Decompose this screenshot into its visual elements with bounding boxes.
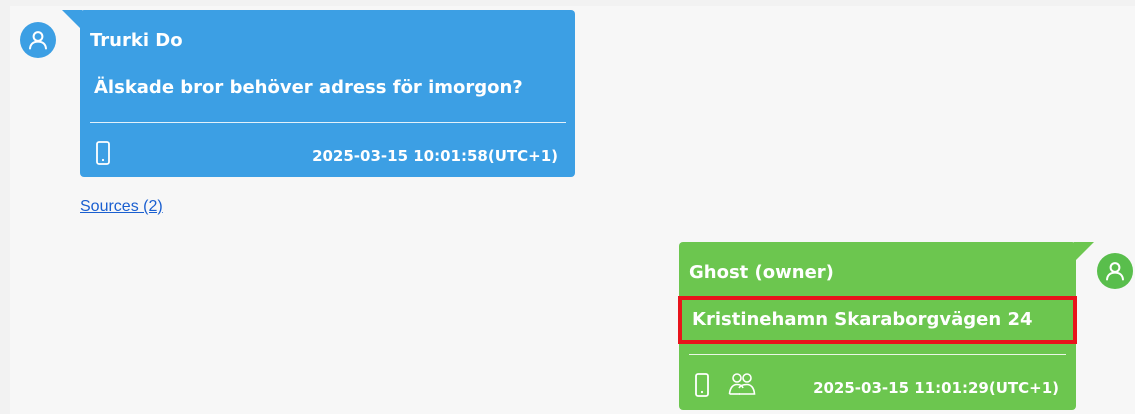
message-sender: Trurki Do: [90, 30, 183, 51]
user-avatar-icon[interactable]: [20, 22, 56, 58]
message-bubble-outgoing[interactable]: Ghost (owner) Kristinehamn Skaraborgväge…: [678, 242, 1077, 410]
divider: [90, 122, 566, 123]
bubble-tail: [1074, 242, 1094, 262]
message-sender: Ghost (owner): [689, 262, 834, 283]
group-icon: [728, 371, 756, 397]
owner-avatar-icon[interactable]: [1097, 253, 1133, 289]
message-timestamp: 2025-03-15 10:01:58(UTC+1): [312, 147, 558, 165]
message-text: Älskade bror behöver adress för imorgon?: [94, 77, 523, 98]
divider: [689, 354, 1066, 355]
message-text-highlighted: Kristinehamn Skaraborgvägen 24: [678, 296, 1077, 344]
sources-link[interactable]: Sources (2): [80, 198, 163, 216]
bubble-tail: [62, 10, 82, 30]
phone-icon: [96, 141, 110, 165]
message-timestamp: 2025-03-15 11:01:29(UTC+1): [813, 379, 1059, 397]
message-bubble-incoming[interactable]: Trurki Do Älskade bror behöver adress fö…: [80, 10, 575, 177]
phone-icon: [695, 373, 709, 397]
